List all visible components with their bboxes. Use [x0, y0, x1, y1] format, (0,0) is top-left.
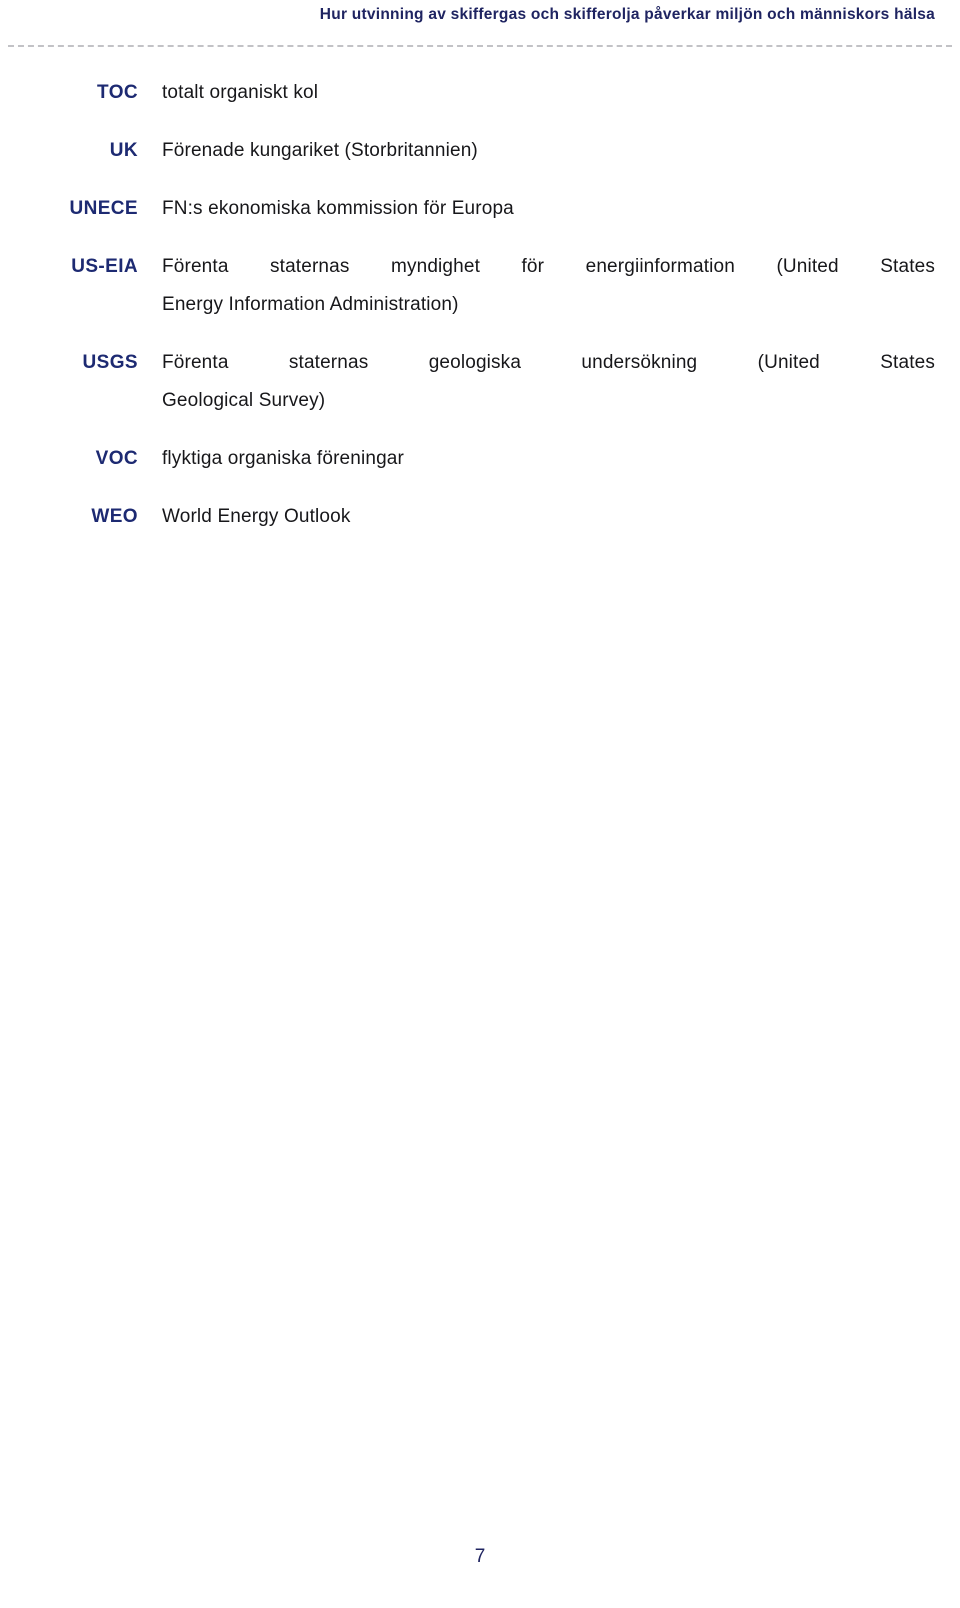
header-title: Hur utvinning av skiffergas och skiffero… — [319, 6, 935, 23]
glossary-definition: flyktiga organiska föreningar — [162, 448, 404, 469]
glossary-definition-line: Energy Information Administration) — [162, 294, 459, 315]
glossary-abbreviation: TOC — [97, 82, 138, 103]
glossary-abbreviation: USGS — [82, 352, 138, 373]
running-header: Hur utvinning av skiffergas och skiffero… — [0, 0, 960, 30]
abbreviation-glossary-list: TOC totalt organiskt kol UK Förenade kun… — [0, 74, 960, 556]
glossary-entry: US-EIA Förenta staternas myndighet för e… — [24, 248, 935, 324]
glossary-definition: Förenade kungariket (Storbritannien) — [162, 140, 478, 161]
glossary-definition: FN:s ekonomiska kommission för Europa — [162, 198, 514, 219]
glossary-entry: TOC totalt organiskt kol — [24, 74, 935, 112]
glossary-entry: WEO World Energy Outlook — [24, 498, 935, 536]
glossary-abbreviation: UK — [109, 140, 138, 161]
glossary-entry: USGS Förenta staternas geologiska unders… — [24, 344, 935, 420]
page-number: 7 — [474, 1546, 486, 1567]
glossary-abbreviation: WEO — [91, 506, 138, 527]
glossary-entry: UNECE FN:s ekonomiska kommission för Eur… — [24, 190, 935, 228]
glossary-definition: totalt organiskt kol — [162, 82, 319, 103]
glossary-definition-line: Förenta staternas geologiska undersöknin… — [162, 352, 935, 373]
glossary-abbreviation: UNECE — [69, 198, 138, 219]
glossary-entry: UK Förenade kungariket (Storbritannien) — [24, 132, 935, 170]
document-page: Hur utvinning av skiffergas och skiffero… — [0, 0, 960, 1608]
glossary-definition: World Energy Outlook — [162, 506, 351, 527]
glossary-definition-line: Geological Survey) — [162, 390, 326, 411]
glossary-definition: Förenta staternas myndighet för energiin… — [162, 248, 935, 324]
glossary-abbreviation: VOC — [95, 448, 138, 469]
glossary-definition-line: Förenta staternas myndighet för energiin… — [162, 256, 935, 277]
glossary-definition: Förenta staternas geologiska undersöknin… — [162, 344, 935, 420]
header-divider — [8, 45, 952, 47]
glossary-abbreviation: US-EIA — [71, 256, 138, 277]
glossary-entry: VOC flyktiga organiska föreningar — [24, 440, 935, 478]
